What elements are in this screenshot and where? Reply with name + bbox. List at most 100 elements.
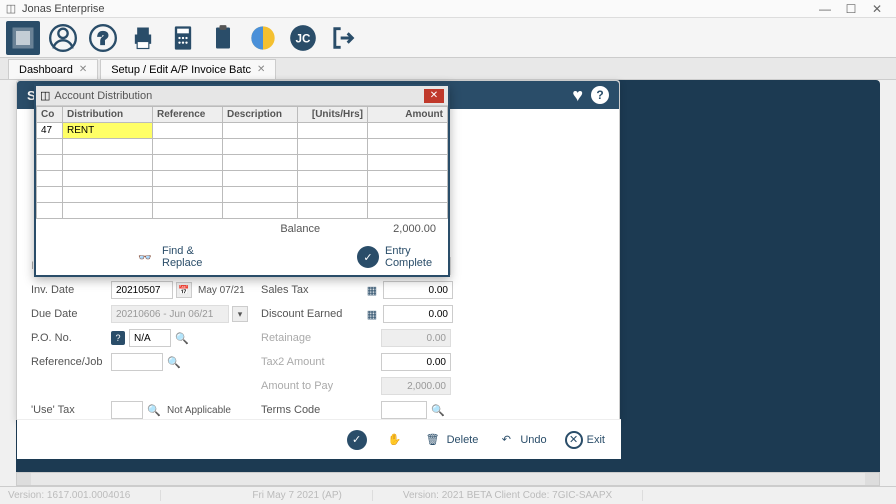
po-no-input[interactable] [129,329,171,347]
jc-icon[interactable]: JC [286,21,320,55]
cell-dist[interactable]: RENT [63,123,153,139]
col-units[interactable]: [Units/Hrs] [298,107,368,123]
entry-complete-button[interactable]: ✓ Entry Complete [357,245,440,269]
grid-row[interactable] [37,139,448,155]
account-distribution-dialog: ◫ Account Distribution ✕ Co Distribution… [34,84,450,277]
discount-label: Discount Earned [261,308,361,320]
sales-tax-label: Sales Tax [261,284,361,296]
dialog-title: Account Distribution [54,90,152,102]
status-client: Version: 2021 BETA Client Code: 7GIC-SAA… [403,490,643,501]
inv-date-input[interactable] [111,281,173,299]
main-toolbar: ? JC [0,18,896,58]
lookup-icon[interactable]: 🔍 [175,331,189,345]
window-titlebar: ◫ Jonas Enterprise — ☐ ✕ [0,0,896,18]
dialog-close-icon[interactable]: ✕ [424,89,444,103]
statusbar: Version: 1617.001.0004016 Fri May 7 2021… [0,486,896,504]
exit-icon[interactable] [326,21,360,55]
horizontal-scrollbar[interactable] [16,472,880,486]
po-no-label: P.O. No. [31,332,111,344]
status-date: Fri May 7 2021 (AP) [252,490,372,501]
status-version: Version: 1617.001.0004016 [8,490,161,501]
sales-tax-input[interactable] [383,281,453,299]
cell-co[interactable]: 47 [37,123,63,139]
help-icon[interactable]: ? [86,21,120,55]
tab-ap-invoice[interactable]: Setup / Edit A/P Invoice Batc ✕ [100,59,276,79]
col-ref[interactable]: Reference [153,107,223,123]
check-icon: ✓ [357,246,379,268]
dropdown-icon[interactable]: ▾ [232,306,248,322]
app-small-icon: ◫ [40,89,50,102]
balance-value: 2,000.00 [393,223,436,235]
grid-icon[interactable]: ▦ [365,307,379,321]
tax2-input[interactable] [381,353,451,371]
ok-button[interactable]: ✓ [347,430,367,450]
close-button[interactable]: ✕ [870,2,884,16]
tax2-label: Tax2 Amount [261,356,361,368]
balance-label: Balance [280,223,320,235]
col-dist[interactable]: Distribution [63,107,153,123]
close-icon[interactable]: ✕ [79,64,87,75]
app-icon: ◫ [4,2,18,16]
maximize-button[interactable]: ☐ [844,2,858,16]
use-tax-label: 'Use' Tax [31,404,111,416]
undo-button[interactable]: ↶Undo [496,430,546,450]
tab-label: Setup / Edit A/P Invoice Batc [111,64,251,76]
discount-input[interactable] [383,305,453,323]
exit-button[interactable]: ✕Exit [565,431,605,449]
grid-row[interactable] [37,203,448,219]
lookup-icon[interactable]: 🔍 [147,403,161,417]
tab-dashboard[interactable]: Dashboard ✕ [8,59,98,79]
tabstrip: Dashboard ✕ Setup / Edit A/P Invoice Bat… [0,58,896,80]
po-help-icon[interactable]: ? [111,331,125,345]
svg-text:JC: JC [296,32,311,45]
terms-input[interactable] [381,401,427,419]
grid-row[interactable] [37,155,448,171]
terms-label: Terms Code [261,404,361,416]
help-icon[interactable]: ? [591,86,609,104]
due-date-input[interactable] [111,305,229,323]
balance-row: Balance 2,000.00 [36,219,448,239]
clipboard-icon[interactable] [206,21,240,55]
globe-icon[interactable] [246,21,280,55]
grid-icon[interactable]: ▦ [365,283,379,297]
grid-row[interactable] [37,187,448,203]
distribution-grid[interactable]: Co Distribution Reference Description [U… [36,106,448,219]
calendar-icon[interactable]: 📅 [176,282,192,298]
action-bar: ✓ ✋ 🗑Delete ↶Undo ✕Exit [17,419,621,459]
use-tax-input[interactable] [111,401,143,419]
col-co[interactable]: Co [37,107,63,123]
close-icon[interactable]: ✕ [257,64,265,75]
use-tax-text: Not Applicable [167,405,231,416]
grid-row[interactable] [37,171,448,187]
print-icon[interactable] [126,21,160,55]
retainage-label: Retainage [261,332,361,344]
find-replace-button[interactable]: 👓 Find & Replace [134,245,212,269]
module-icon[interactable] [6,21,40,55]
grid-row[interactable]: 47 RENT [37,123,448,139]
reference-label: Reference/Job [31,356,111,368]
delete-button[interactable]: 🗑Delete [423,430,479,450]
amount-to-pay-input[interactable] [381,377,451,395]
due-date-label: Due Date [31,308,111,320]
binoculars-icon: 👓 [134,246,156,268]
lookup-icon[interactable]: 🔍 [167,355,181,369]
col-desc[interactable]: Description [223,107,298,123]
col-amount[interactable]: Amount [368,107,448,123]
hand-button[interactable]: ✋ [385,430,405,450]
user-icon[interactable] [46,21,80,55]
inv-date-label: Inv. Date [31,284,111,296]
amount-to-pay-label: Amount to Pay [261,380,361,392]
workspace: » Tax2-Cont » PO Complete » Chg Date of … [16,80,880,484]
lookup-icon[interactable]: 🔍 [431,403,445,417]
calculator-icon[interactable] [166,21,200,55]
retainage-input[interactable] [381,329,451,347]
tab-label: Dashboard [19,64,73,76]
favorite-icon[interactable]: ♥ [572,85,583,106]
svg-text:?: ? [98,27,109,47]
grid-header: Co Distribution Reference Description [U… [37,107,448,123]
app-title: Jonas Enterprise [22,3,105,15]
inv-date-text: May 07/21 [198,285,245,296]
dialog-header[interactable]: ◫ Account Distribution ✕ [36,86,448,106]
reference-input[interactable] [111,353,163,371]
minimize-button[interactable]: — [818,2,832,16]
